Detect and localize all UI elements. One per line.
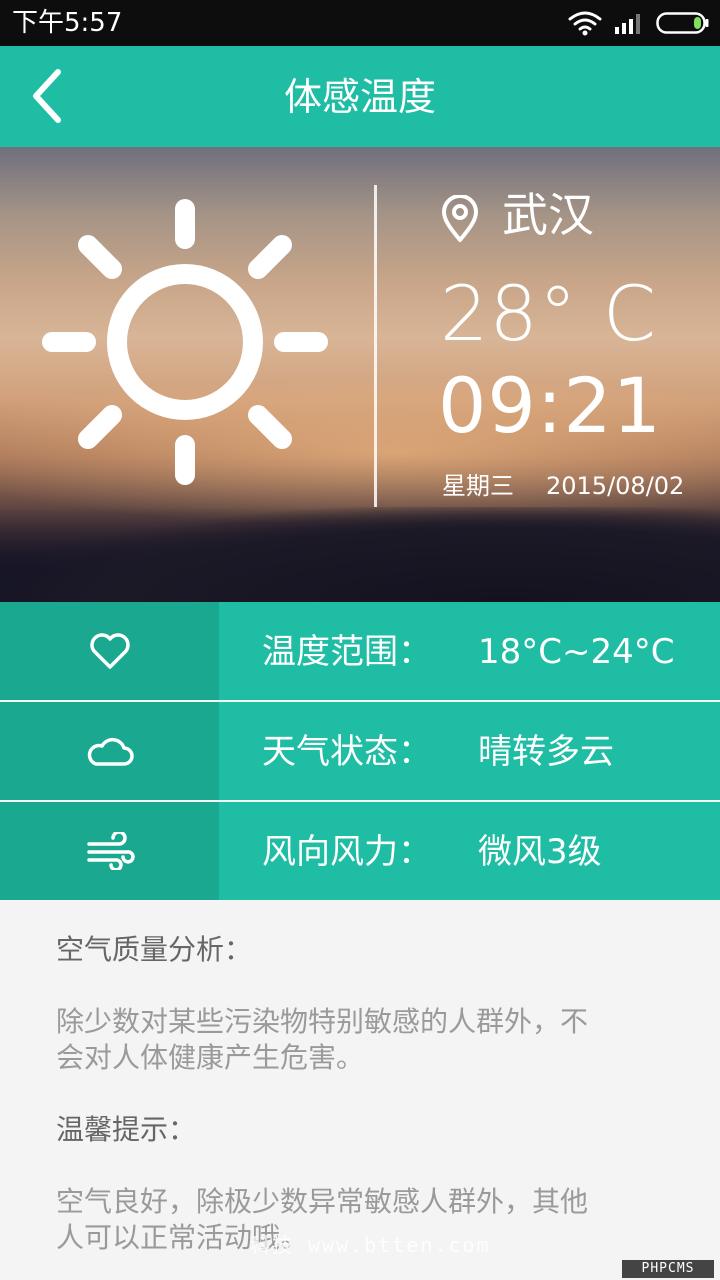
info-row-icon-cell [0,802,219,900]
info-label: 天气状态： [262,732,432,772]
info-row-icon-cell [0,602,219,700]
wind-icon [86,832,135,870]
date: 2015/08/02 [546,472,685,500]
current-time: 09:21 [438,361,663,450]
hero-divider [374,185,377,507]
map-pin-icon [442,195,478,242]
weekday: 星期三 [442,472,514,500]
cloud-icon [87,737,134,766]
info-row-temperature-range: 温度范围： 18°C~24°C [0,602,720,700]
page-title: 体感温度 [283,75,436,119]
heart-icon [89,633,130,669]
info-value: 晴转多云 [478,732,614,772]
weather-hero: 武汉 28° C 09:21 星期三 2015/08/02 [0,147,720,602]
battery-icon [656,12,709,34]
city-name: 武汉 [502,188,594,242]
info-label: 温度范围： [262,632,432,672]
info-row-weather-state: 天气状态： 晴转多云 [0,702,720,800]
status-bar: 下午5:57 [0,0,720,46]
tips-text-line: 空气良好，除极少数异常敏感人群外，其他 [56,1185,589,1218]
air-quality-analysis: 空气质量分析： 除少数对某些污染物特别敏感的人群外，不 会对人体健康产生危害。 … [0,902,720,1280]
app-bar: 体感温度 [0,46,720,147]
corner-badge: PHPCMS [622,1260,714,1278]
info-label: 风向风力： [262,832,432,872]
air-quality-heading: 空气质量分析： [56,933,253,966]
weather-info-list: 温度范围： 18°C~24°C 天气状态： 晴转多云 风向风力： 微风3级 [0,602,720,900]
status-time: 下午5:57 [12,8,123,38]
info-value: 18°C~24°C [478,632,675,672]
temperature: 28° C [440,269,657,358]
status-icons [568,8,710,38]
info-row-wind: 风向风力： 微风3级 [0,802,720,900]
air-quality-text-line: 会对人体健康产生危害。 [56,1041,365,1074]
wifi-icon [568,11,602,36]
info-row-icon-cell [0,702,219,800]
watermark: 科技 www.btten.com [250,1233,491,1257]
tips-heading: 温馨提示： [56,1113,197,1146]
horizon-silhouette [0,507,720,602]
sun-icon [42,199,328,485]
signal-icon [615,14,640,34]
info-value: 微风3级 [478,832,602,872]
air-quality-text-line: 除少数对某些污染物特别敏感的人群外，不 [56,1005,589,1038]
